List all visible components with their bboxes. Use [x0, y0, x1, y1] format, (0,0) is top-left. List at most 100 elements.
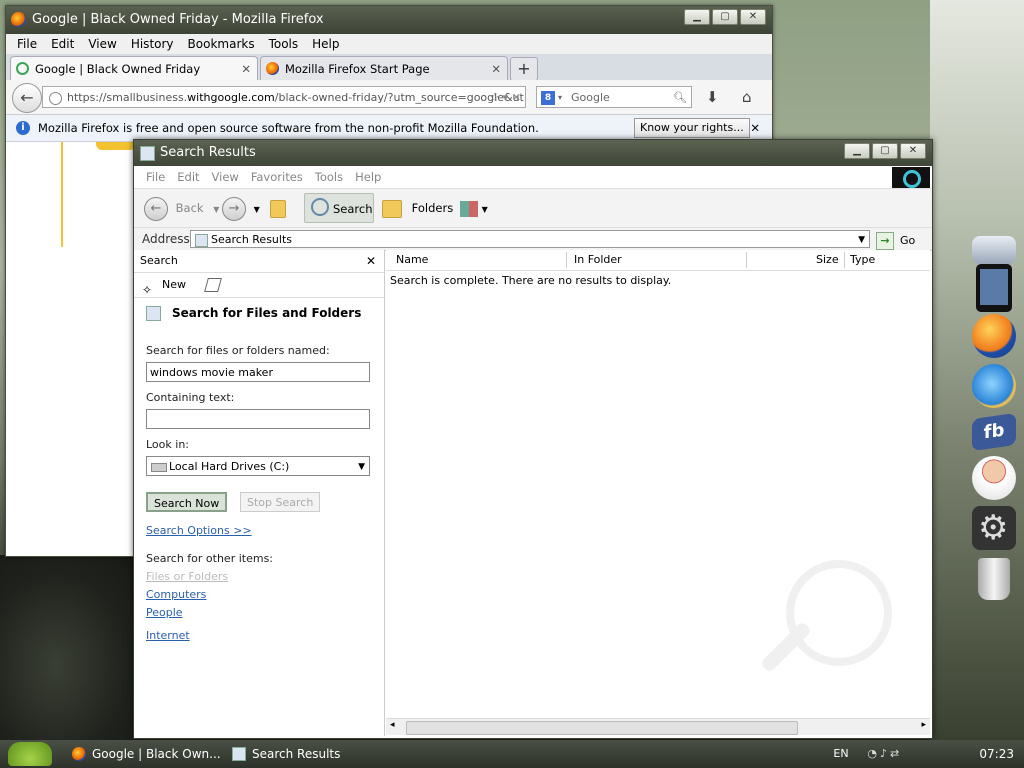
tablet-icon[interactable]	[976, 264, 1012, 312]
search-files-icon	[146, 306, 161, 321]
views-button[interactable]: ▼	[460, 193, 488, 223]
horizontal-scrollbar[interactable]: ◂ ▸	[386, 718, 930, 735]
search-options-link[interactable]: Search Options >>	[146, 524, 252, 537]
back-label: Back	[175, 201, 204, 215]
menu-file[interactable]: File	[140, 166, 171, 188]
search-bar[interactable]: 8 ▾ Google 🔍︎	[536, 86, 692, 108]
back-button[interactable]: ←	[12, 83, 42, 113]
forward-button[interactable]: → ▼	[222, 193, 260, 223]
search-titlebar[interactable]: Search Results ▁ ▢ ✕	[134, 140, 932, 166]
home-icon[interactable]: ⌂	[742, 88, 752, 106]
up-folder-button[interactable]	[270, 193, 292, 223]
firefox-menubar: File Edit View History Bookmarks Tools H…	[6, 34, 772, 54]
minimize-button[interactable]: ▁	[844, 143, 870, 159]
filename-input[interactable]: windows movie maker	[146, 362, 370, 382]
gear-icon[interactable]	[972, 506, 1016, 550]
address-label: Address	[142, 232, 190, 246]
address-value: Search Results	[211, 233, 293, 246]
internet-link[interactable]: Internet	[146, 629, 190, 642]
new-search-button[interactable]: ✧ New	[134, 273, 384, 298]
stop-search-button[interactable]: Stop Search	[240, 492, 321, 512]
menu-tools[interactable]: Tools	[262, 34, 306, 54]
scroll-left-icon[interactable]: ◂	[390, 720, 395, 730]
chevron-down-icon[interactable]: ▼	[482, 205, 488, 214]
know-your-rights-button[interactable]: Know your rights...	[634, 118, 750, 138]
search-button[interactable]: Search	[304, 193, 374, 223]
info-close-icon[interactable]: ✕	[750, 115, 760, 141]
search-icon[interactable]: 🔍︎	[673, 87, 687, 109]
chevron-down-icon[interactable]: ▼	[254, 205, 260, 214]
loading-icon	[16, 62, 29, 75]
minimize-button[interactable]: ▁	[684, 9, 710, 25]
taskbar-item-firefox[interactable]: Google | Black Own...	[72, 740, 221, 768]
menu-bookmarks[interactable]: Bookmarks	[181, 34, 262, 54]
tab-firefox-start-page[interactable]: Mozilla Firefox Start Page ✕	[260, 56, 508, 80]
menu-favorites[interactable]: Favorites	[245, 166, 309, 188]
forward-arrow-icon: →	[222, 196, 246, 221]
search-pane: Search ✕ ✧ New Search for Files and Fold…	[134, 250, 385, 736]
column-in-folder[interactable]: In Folder	[574, 250, 622, 270]
monitor-icon[interactable]	[972, 236, 1016, 264]
download-icon[interactable]: ⬇	[706, 88, 719, 106]
other-items-label: Search for other items:	[146, 552, 273, 565]
menu-tools[interactable]: Tools	[309, 166, 349, 188]
column-size[interactable]: Size	[816, 250, 839, 270]
computers-link[interactable]: Computers	[146, 588, 206, 601]
close-icon[interactable]: ✕	[366, 250, 376, 272]
scroll-right-icon[interactable]: ▸	[921, 720, 926, 730]
menu-help[interactable]: Help	[305, 34, 346, 54]
chevron-down-icon[interactable]: ▼	[213, 205, 219, 214]
search-now-button[interactable]: Search Now	[146, 492, 228, 512]
taskbar-item-search-results[interactable]: Search Results	[232, 740, 340, 768]
wallpaper-dark-region	[0, 555, 140, 740]
maximize-button[interactable]: ▢	[712, 9, 738, 25]
bookmark-star-icon[interactable]: ☆ ▾ ✕	[489, 87, 521, 107]
firefox-icon[interactable]	[972, 314, 1016, 358]
column-type[interactable]: Type	[850, 250, 875, 270]
menu-view[interactable]: View	[206, 166, 245, 188]
support-person-icon[interactable]	[972, 456, 1016, 500]
tab-close-icon[interactable]: ✕	[491, 57, 501, 81]
new-search-icon: ✧	[142, 283, 153, 297]
address-field[interactable]: Search Results ▼	[190, 230, 870, 248]
tab-close-icon[interactable]: ✕	[241, 57, 251, 81]
trash-icon[interactable]	[978, 558, 1010, 600]
address-bar: Address Search Results ▼ → Go	[134, 228, 932, 251]
back-button[interactable]: ← Back ▼	[144, 193, 219, 223]
firefox-titlebar[interactable]: Google | Black Owned Friday - Mozilla Fi…	[6, 6, 772, 34]
up-folder-icon	[270, 199, 286, 218]
close-button[interactable]: ✕	[900, 143, 926, 159]
folders-button[interactable]: Folders	[382, 193, 453, 223]
language-indicator[interactable]: EN	[833, 740, 848, 768]
menu-view[interactable]: View	[81, 34, 123, 54]
menu-history[interactable]: History	[124, 34, 181, 54]
tray-icons[interactable]: ◔♪⇄	[867, 740, 902, 768]
chevron-down-icon[interactable]: ▾	[558, 87, 562, 109]
url-bar[interactable]: https://smallbusiness.withgoogle.com/bla…	[42, 86, 526, 108]
maximize-button[interactable]: ▢	[872, 143, 898, 159]
firefox-title: Google | Black Owned Friday - Mozilla Fi…	[32, 12, 324, 27]
facebook-icon[interactable]: fb	[972, 412, 1016, 452]
menu-file[interactable]: File	[10, 34, 44, 54]
book-icon[interactable]	[204, 278, 222, 292]
start-button[interactable]	[8, 742, 52, 766]
internet-explorer-icon[interactable]	[972, 364, 1016, 408]
column-name[interactable]: Name	[396, 250, 428, 270]
containing-text-input[interactable]	[146, 409, 370, 429]
files-or-folders-link[interactable]: Files or Folders	[146, 570, 228, 583]
menu-help[interactable]: Help	[349, 166, 387, 188]
info-icon: i	[16, 121, 30, 135]
no-results-message: Search is complete. There are no results…	[390, 274, 672, 287]
clock[interactable]: 07:23	[979, 747, 1014, 761]
chevron-down-icon[interactable]: ▼	[358, 457, 365, 477]
tab-google-black-owned-friday[interactable]: Google | Black Owned Friday ✕	[10, 56, 258, 80]
menu-edit[interactable]: Edit	[171, 166, 205, 188]
scroll-thumb[interactable]	[406, 721, 798, 735]
menu-edit[interactable]: Edit	[44, 34, 81, 54]
chevron-down-icon[interactable]: ▼	[858, 231, 865, 249]
people-link[interactable]: People	[146, 606, 183, 619]
go-button[interactable]: → Go	[876, 230, 915, 252]
close-button[interactable]: ✕	[740, 9, 766, 25]
new-tab-button[interactable]: +	[510, 57, 538, 81]
lookin-select[interactable]: Local Hard Drives (C:) ▼	[146, 456, 370, 476]
